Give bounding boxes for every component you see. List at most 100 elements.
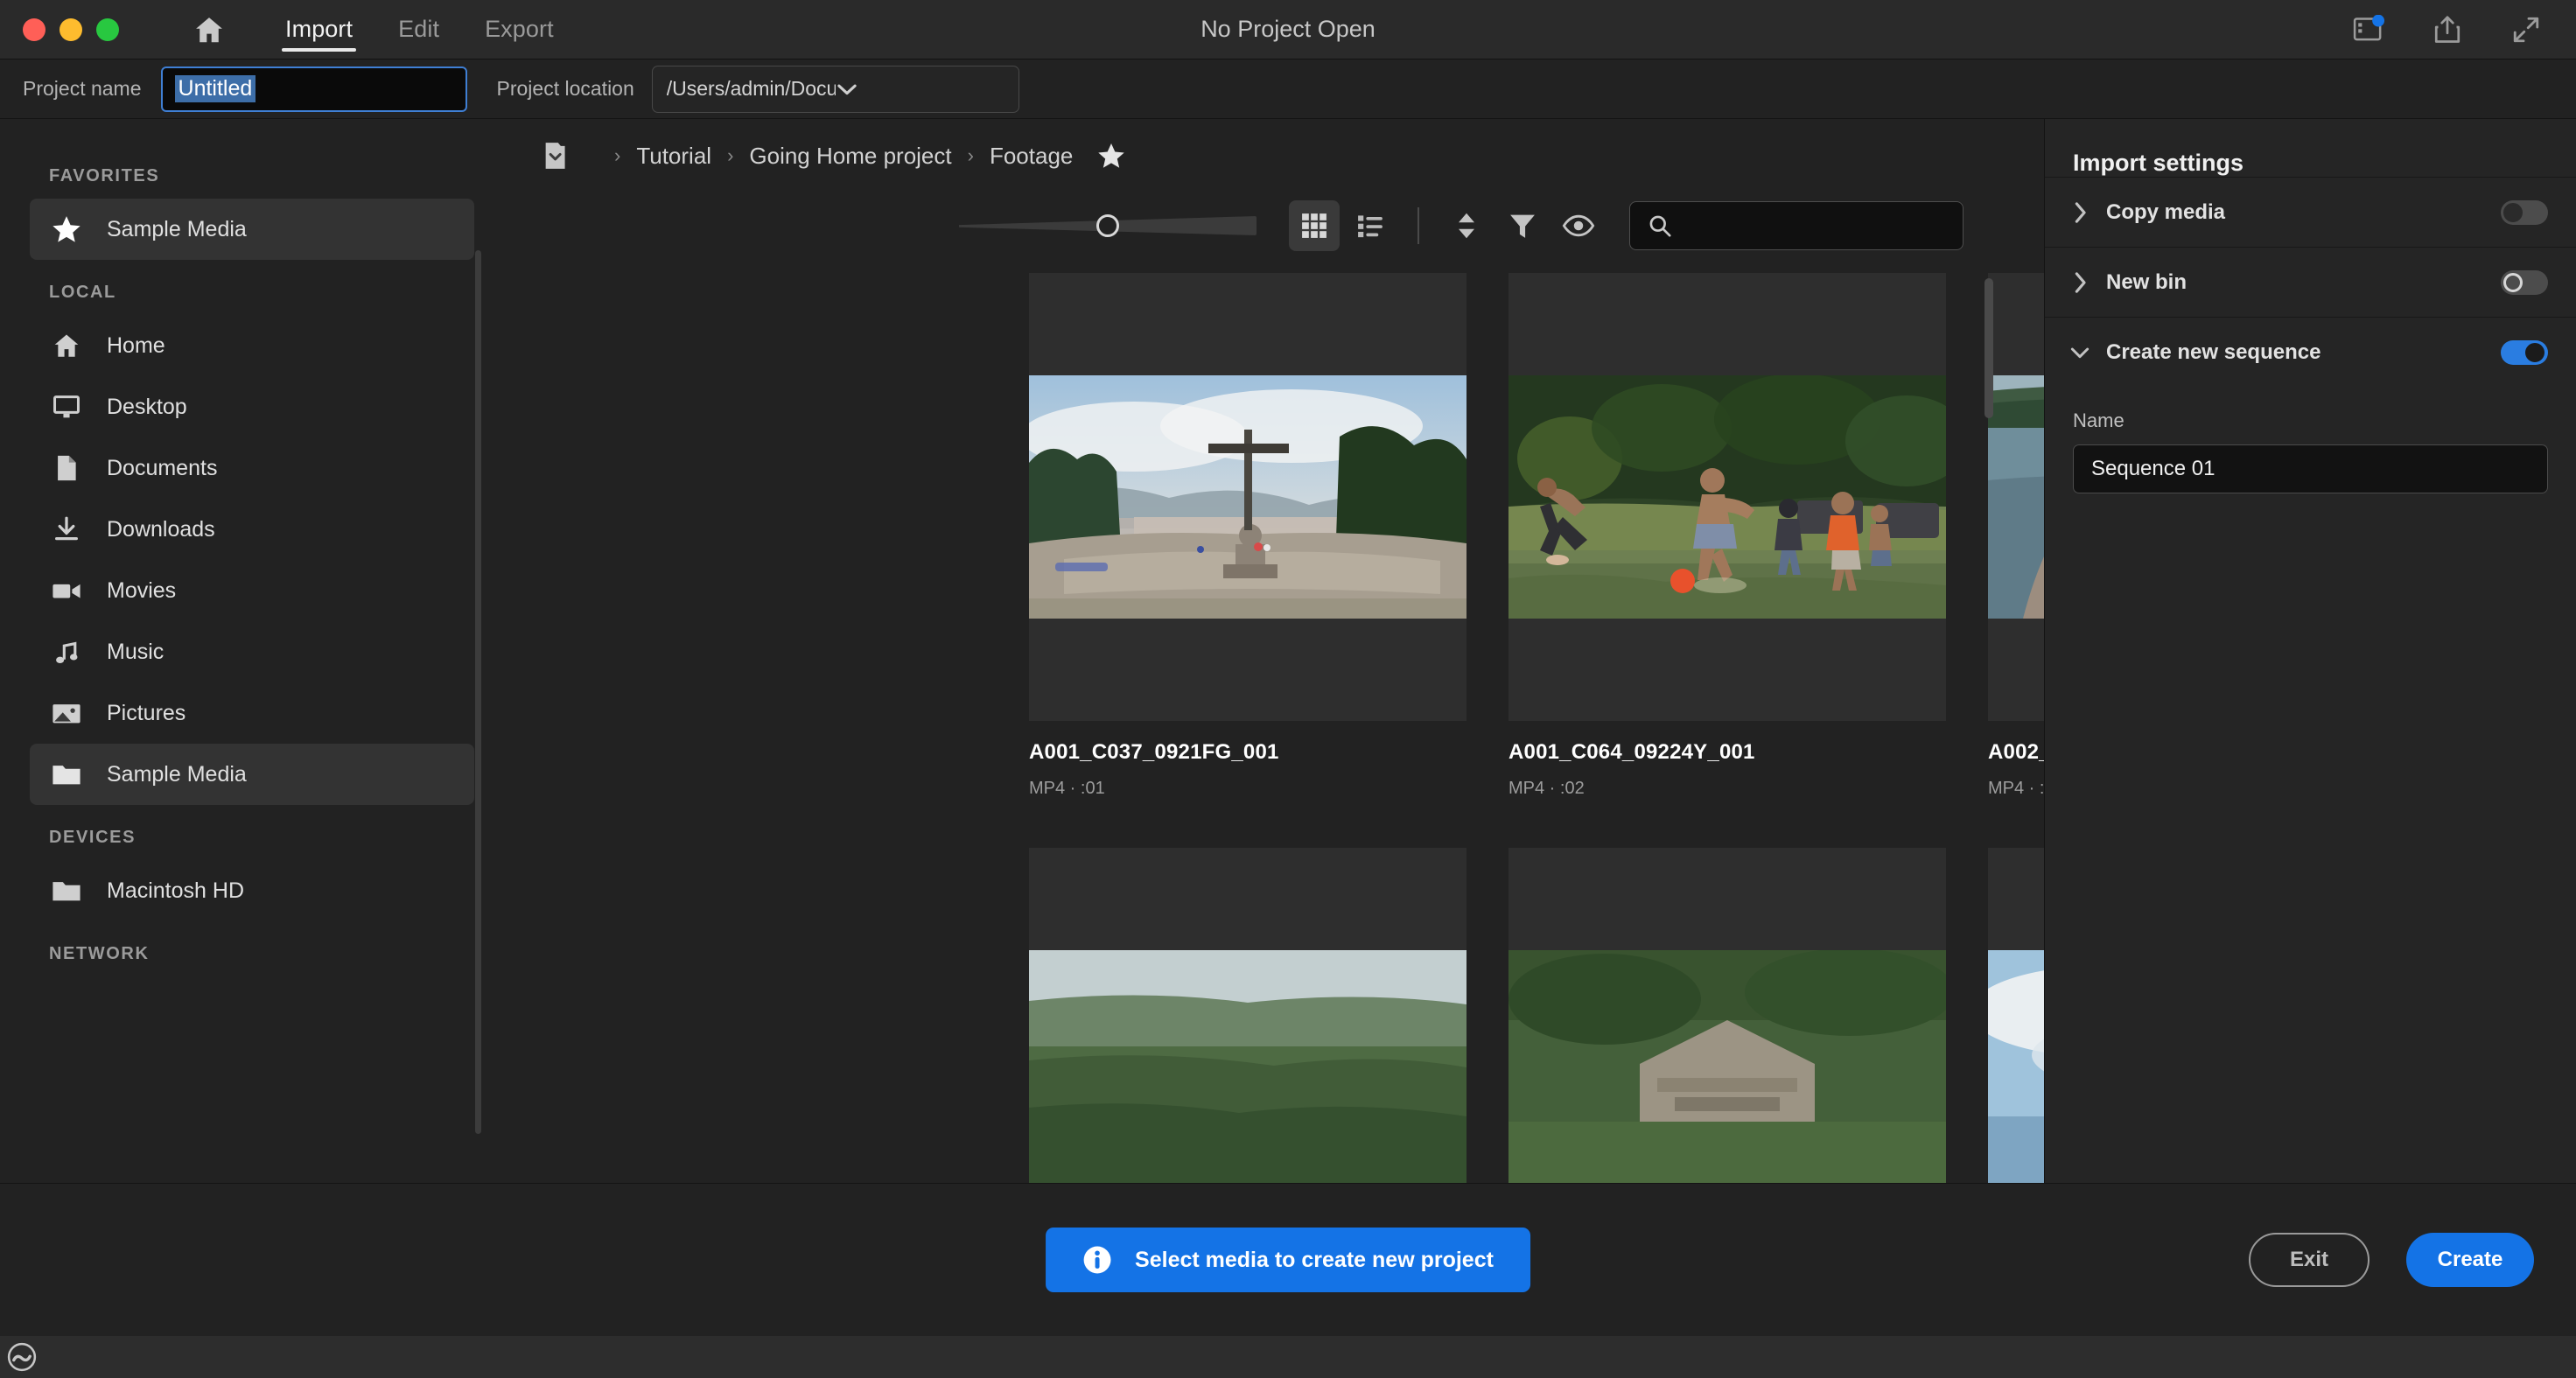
- folder-dropdown-icon[interactable]: [544, 139, 583, 172]
- sequence-name-input[interactable]: [2073, 444, 2548, 493]
- breadcrumb-item-going-home-project[interactable]: Going Home project: [746, 143, 955, 170]
- sidebar-item-label: Downloads: [107, 516, 215, 542]
- sequence-name-label: Name: [2073, 409, 2124, 431]
- project-location-dropdown[interactable]: /Users/admin/Documents/Adobe/Premiere Pr…: [651, 65, 1019, 113]
- media-thumbnail[interactable]: [1988, 848, 2044, 1183]
- sidebar-item-label: Home: [107, 332, 165, 358]
- search-input[interactable]: [1629, 201, 1964, 250]
- tab-import[interactable]: Import: [262, 0, 375, 59]
- list-view-button[interactable]: [1345, 200, 1396, 251]
- media-card[interactable]: A001_C064_09224Y_001 MP4 · :02: [1508, 273, 1946, 799]
- window-controls: [0, 17, 119, 41]
- star-icon[interactable]: [1096, 140, 1127, 171]
- breadcrumb-item-tutorial[interactable]: Tutorial: [633, 143, 715, 170]
- create-button-label: Create: [2437, 1248, 2503, 1271]
- media-file-meta: MP4 · :01: [1029, 779, 1105, 798]
- maximize-window-button[interactable]: [96, 17, 119, 41]
- media-card[interactable]: [1508, 848, 1946, 1183]
- chevron-down-icon[interactable]: [2068, 345, 2092, 360]
- video-camera-icon: [49, 573, 84, 608]
- grid-view-button[interactable]: [1289, 200, 1340, 251]
- sidebar-item-local-sample-media[interactable]: Sample Media: [30, 744, 474, 805]
- breadcrumb-separator: ›: [727, 144, 734, 166]
- home-button[interactable]: [186, 9, 233, 51]
- sidebar-item-favorites-sample-media[interactable]: Sample Media: [30, 199, 474, 260]
- sidebar-item-desktop[interactable]: Desktop: [30, 376, 474, 437]
- chevron-right-icon[interactable]: [2068, 271, 2092, 294]
- media-thumbnail[interactable]: [1988, 273, 2044, 721]
- project-location-label: Project location: [496, 77, 634, 100]
- new-bin-toggle[interactable]: [2501, 269, 2548, 295]
- share-icon[interactable]: [2429, 11, 2466, 48]
- search-field[interactable]: [1686, 214, 1945, 237]
- tab-export[interactable]: Export: [462, 0, 577, 59]
- chevron-right-icon[interactable]: [2068, 201, 2092, 224]
- tab-edit[interactable]: Edit: [375, 0, 462, 59]
- media-thumbnail[interactable]: [1508, 848, 1946, 1183]
- tab-export-label: Export: [485, 16, 554, 42]
- filter-funnel-button[interactable]: [1497, 200, 1548, 251]
- media-card[interactable]: A001_C037_0921FG_001 MP4 · :01: [1029, 273, 1466, 799]
- toggle-knob: [2503, 202, 2523, 222]
- music-note-icon: [49, 634, 84, 669]
- create-button[interactable]: Create: [2406, 1233, 2534, 1287]
- setting-row-new-bin[interactable]: New bin: [2045, 247, 2576, 317]
- desktop-icon: [49, 389, 84, 424]
- fullscreen-expand-icon[interactable]: [2508, 11, 2544, 48]
- select-media-banner[interactable]: Select media to create new project: [1046, 1228, 1530, 1292]
- sequence-name-field[interactable]: [2091, 457, 2530, 481]
- setting-row-copy-media[interactable]: Copy media: [2045, 177, 2576, 247]
- sidebar-item-label: Music: [107, 639, 164, 664]
- media-card[interactable]: [1029, 848, 1466, 1183]
- media-thumbnail[interactable]: [1029, 273, 1466, 721]
- media-thumbnail[interactable]: [1029, 848, 1466, 1183]
- folder-icon: [49, 873, 84, 908]
- titlebar-actions: [2350, 11, 2576, 48]
- project-name-input[interactable]: Untitled: [160, 66, 467, 112]
- create-new-sequence-toggle[interactable]: [2501, 339, 2548, 365]
- sidebar-item-music[interactable]: Music: [30, 621, 474, 682]
- thumbnail-image-sky-clouds: [1988, 950, 2044, 1183]
- media-file-name: A001_C037_0921FG_001: [1029, 740, 1279, 764]
- sidebar-item-downloads[interactable]: Downloads: [30, 499, 474, 560]
- breadcrumb-item-footage[interactable]: Footage: [986, 143, 1076, 170]
- close-window-button[interactable]: [23, 17, 46, 41]
- setting-row-create-new-sequence[interactable]: Create new sequence: [2045, 317, 2576, 387]
- sidebar-section-devices: DEVICES: [49, 828, 136, 847]
- eye-preview-button[interactable]: [1553, 200, 1604, 251]
- locations-sidebar: FAVORITES Sample Media LOCAL Home Deskto…: [0, 119, 490, 1183]
- media-card[interactable]: A002_C009_092221_001 MP4 · :02: [1988, 273, 2044, 799]
- media-file-name: A002_C009_092221_001: [1988, 740, 2044, 764]
- minimize-window-button[interactable]: [60, 17, 82, 41]
- footer-actions: Exit Create: [2249, 1233, 2534, 1287]
- sidebar-item-documents[interactable]: Documents: [30, 437, 474, 499]
- thumbnail-image-jungle-aerial: [1029, 950, 1466, 1183]
- sidebar-item-movies[interactable]: Movies: [30, 560, 474, 621]
- setting-label: New bin: [2106, 269, 2188, 294]
- toggle-knob: [2503, 272, 2523, 292]
- notifications-panel-icon[interactable]: [2350, 11, 2387, 48]
- media-thumbnail[interactable]: [1508, 273, 1946, 721]
- footer-bar: Select media to create new project Exit …: [0, 1183, 2576, 1336]
- media-file-meta: MP4 · :02: [1508, 779, 1585, 798]
- sidebar-item-home[interactable]: Home: [30, 315, 474, 376]
- project-settings-row: Project name Untitled Project location /…: [0, 59, 2576, 119]
- media-card[interactable]: [1988, 848, 2044, 1183]
- copy-media-toggle[interactable]: [2501, 199, 2548, 225]
- thumbnail-size-slider[interactable]: [959, 208, 1256, 243]
- sort-button[interactable]: [1441, 200, 1492, 251]
- sidebar-item-label: Pictures: [107, 700, 186, 725]
- exit-button[interactable]: Exit: [2249, 1233, 2370, 1287]
- folder-icon: [49, 757, 84, 792]
- star-icon: [49, 212, 84, 247]
- sidebar-scrollbar[interactable]: [475, 250, 481, 1134]
- media-grid-scrollbar[interactable]: [1984, 278, 1993, 418]
- slider-handle[interactable]: [1096, 214, 1119, 237]
- sidebar-item-macintosh-hd[interactable]: Macintosh HD: [30, 860, 474, 921]
- mode-tabs: Import Edit Export: [262, 0, 577, 59]
- home-icon: [49, 328, 84, 363]
- chevron-down-icon: [836, 81, 1004, 97]
- creative-cloud-icon[interactable]: [7, 1342, 37, 1372]
- sidebar-item-pictures[interactable]: Pictures: [30, 682, 474, 744]
- sidebar-section-local: LOCAL: [49, 283, 116, 302]
